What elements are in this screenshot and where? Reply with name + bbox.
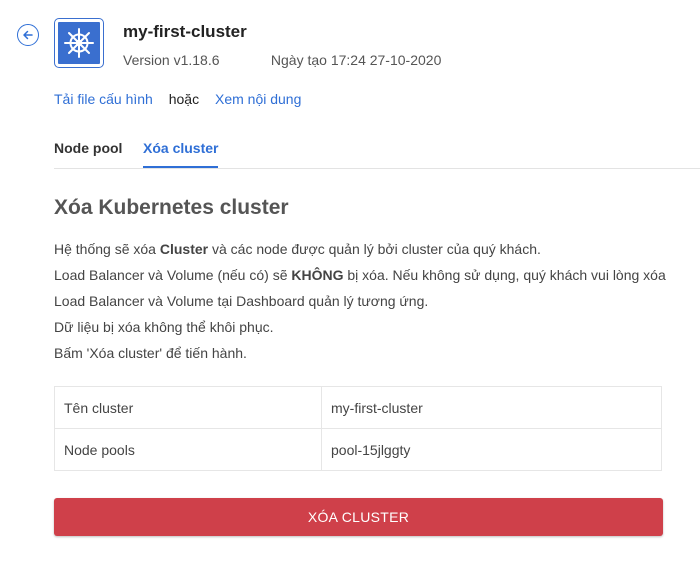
arrow-left-icon: [23, 30, 33, 40]
tab-delete-cluster[interactable]: Xóa cluster: [143, 140, 219, 168]
table-cell-label: Tên cluster: [54, 386, 322, 429]
table-row: Node pools pool-15jlggty: [54, 428, 662, 471]
cluster-name: my-first-cluster: [123, 22, 247, 41]
cluster-created-date: Ngày tạo 17:24 27-10-2020: [270, 52, 442, 68]
kubernetes-helm-icon: [64, 28, 94, 58]
delete-cluster-button[interactable]: XÓA CLUSTER: [54, 498, 663, 536]
desc-line-4: Bấm 'Xóa cluster' để tiến hành.: [54, 345, 247, 361]
tab-node-pool[interactable]: Node pool: [54, 140, 122, 166]
links-separator: hoặc: [168, 91, 200, 107]
table-cell-value: pool-15jlggty: [321, 428, 662, 471]
tab-bar: Node pool Xóa cluster: [54, 128, 700, 169]
page-title: Xóa Kubernetes cluster: [54, 196, 289, 219]
download-config-link[interactable]: Tải file cấu hình: [54, 91, 153, 107]
table-cell-label: Node pools: [54, 428, 322, 471]
desc-line-2: Load Balancer và Volume (nếu có) sẽ KHÔN…: [54, 267, 666, 309]
back-button[interactable]: [17, 24, 39, 46]
config-links: Tải file cấu hình hoặc Xem nội dung: [54, 91, 301, 107]
desc-line-3: Dữ liệu bị xóa không thể khôi phục.: [54, 319, 274, 335]
view-content-link[interactable]: Xem nội dung: [215, 91, 301, 107]
table-cell-value: my-first-cluster: [321, 386, 662, 429]
delete-description: Hệ thống sẽ xóa Cluster và các node được…: [54, 236, 684, 366]
desc-line-1: Hệ thống sẽ xóa Cluster và các node được…: [54, 241, 541, 257]
table-row: Tên cluster my-first-cluster: [54, 386, 662, 429]
cluster-info-table: Tên cluster my-first-cluster Node pools …: [54, 386, 662, 471]
kubernetes-logo: [55, 19, 103, 67]
cluster-meta: Version v1.18.6 Ngày tạo 17:24 27-10-202…: [123, 52, 441, 68]
cluster-version: Version v1.18.6: [123, 52, 220, 68]
